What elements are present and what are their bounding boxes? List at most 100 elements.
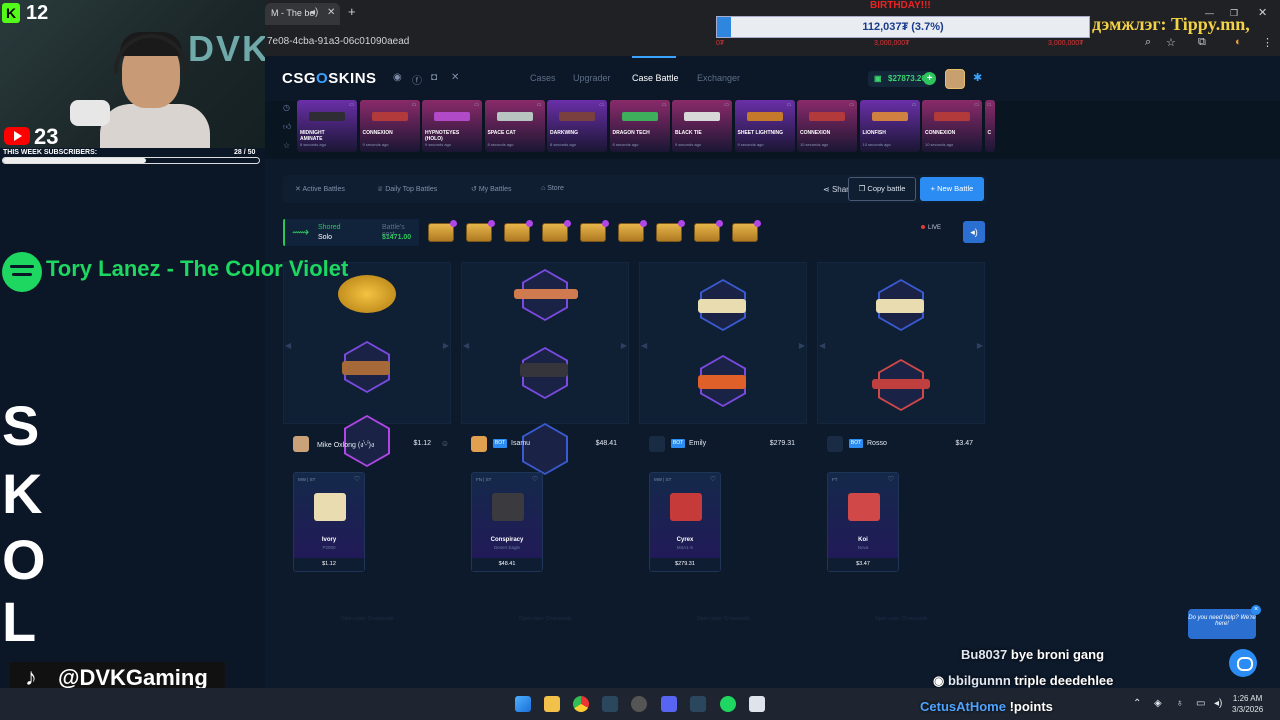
nav-exchanger[interactable]: Exchanger (697, 73, 740, 83)
won-item-card[interactable]: FT ♡ Koi Nova $3.47 (827, 472, 899, 572)
won-item-card[interactable]: FN | ST ♡ Conspiracy Desert Eagle $48.41 (471, 472, 543, 572)
obs-icon[interactable] (631, 696, 647, 712)
webcam-overlay: DVK K 12 23 (0, 0, 265, 148)
case-icon[interactable] (656, 220, 685, 242)
deposit-button[interactable]: + (923, 72, 936, 85)
subnav-active-battles[interactable]: ✕ Active Battles (295, 185, 345, 193)
case-icon[interactable] (580, 220, 609, 242)
avatar[interactable] (293, 436, 309, 452)
support-bubble[interactable]: Do you need help? We're here! (1188, 609, 1256, 639)
avatar[interactable] (827, 436, 843, 452)
case-icon[interactable] (542, 220, 571, 242)
avatar[interactable] (649, 436, 665, 452)
new-tab-icon[interactable]: + (348, 4, 356, 19)
ticker-drop-item[interactable]: ▭ LIONFISH 10 seconds ago (859, 100, 920, 152)
avatar[interactable] (945, 69, 965, 89)
weapon-image (809, 112, 845, 121)
discord-icon[interactable]: ◉ (393, 72, 402, 83)
gear-icon[interactable]: ✱ (973, 71, 982, 84)
ticker-drop-item[interactable]: ▭ DARKWING 8 seconds ago (547, 100, 607, 152)
speaker-icon[interactable]: ◂) (310, 7, 318, 18)
thumbs-up-icon[interactable]: 👍︎ (283, 122, 295, 132)
weapon-image (371, 112, 408, 121)
item-condition: MW | ST (298, 477, 316, 482)
steam-icon[interactable] (602, 696, 618, 712)
network-icon[interactable]: ◈ (1154, 698, 1162, 709)
clock[interactable]: 1:26 AM 3/3/2026 (1232, 693, 1263, 715)
subnav-store[interactable]: ⌂ Store (541, 185, 564, 192)
nav-cases[interactable]: Cases (530, 73, 556, 83)
case-icon[interactable] (504, 220, 533, 242)
ticker-drop-item[interactable]: ▭ SPACE CAT 8 seconds ago (484, 100, 545, 152)
steam-icon[interactable] (690, 696, 706, 712)
emote-icon[interactable]: ☺ (441, 439, 449, 448)
menu-dots-icon[interactable]: ⋮ (1262, 36, 1273, 49)
ticker-drop-item[interactable]: ▭ BLACK TIE 9 seconds ago (672, 100, 732, 152)
ticker-drop-item[interactable]: ▭ DRAGON TECH 8 seconds ago (609, 100, 670, 152)
history-icon[interactable]: ◷ (283, 103, 295, 112)
facebook-icon[interactable]: ⓕ (412, 72, 422, 87)
discord-icon[interactable] (661, 696, 677, 712)
chat-support-button[interactable] (1229, 649, 1257, 677)
file-explorer-icon[interactable] (544, 696, 560, 712)
copy-battle-button[interactable]: ❐ Copy battle (848, 177, 916, 201)
subnav-daily-top[interactable]: ♕ Daily Top Battles (377, 185, 437, 193)
case-icon[interactable] (428, 220, 457, 242)
windows-start-icon[interactable] (515, 696, 531, 712)
chevron-up-icon[interactable]: ⌃ (1133, 698, 1141, 709)
ticker-drop-item[interactable]: ▭ MIDNIGHT AMINATE 8 seconds ago (297, 100, 357, 152)
won-item-card[interactable]: MW | ST ♡ Ivory P2000 $1.12 (293, 472, 365, 572)
hide-icon: ▭ (474, 102, 479, 108)
ticker-drop-item[interactable]: ▭ SHEET LIGHTNING 9 seconds ago (734, 100, 795, 152)
nav-upgrader[interactable]: Upgrader (573, 73, 611, 83)
site-navbar: CSGOSKINS ◉ ⓕ ◘ ✕ Cases Upgrader Case Ba… (265, 56, 1280, 101)
ticker-drop-item[interactable]: ▭ CONNEXION 10 seconds ago (797, 100, 857, 152)
favorite-icon[interactable]: ♡ (888, 475, 894, 483)
case-badge (488, 220, 495, 227)
weapon-image (848, 493, 880, 521)
profile-icon[interactable]: ◐ (1235, 36, 1242, 48)
ticker-drop-item[interactable]: ▭ CONNEXION 9 seconds ago (359, 100, 420, 152)
new-battle-button[interactable]: + New Battle (920, 177, 984, 201)
case-icon[interactable] (732, 220, 761, 242)
extensions-icon[interactable]: ⧉ (1198, 36, 1206, 49)
address-text: 7e08-4cba-91a3-06c01090aead (267, 36, 410, 47)
site-logo[interactable]: CSGOSKINS (282, 70, 377, 87)
case-icon[interactable] (466, 220, 495, 242)
hide-icon: ▭ (599, 102, 604, 108)
sound-toggle[interactable]: ◂) (963, 221, 985, 243)
item-time: 8 seconds ago (550, 142, 577, 147)
subnav-my-battles[interactable]: ↺ My Battles (471, 185, 512, 193)
volume-icon[interactable]: ◂) (1214, 698, 1222, 709)
mic-icon[interactable]: ♁ (1176, 698, 1184, 709)
avatar[interactable] (471, 436, 487, 452)
favorite-icon[interactable]: ♡ (354, 475, 360, 483)
weapon-image (492, 493, 524, 521)
bookmark-star-icon[interactable]: ☆ (1166, 36, 1176, 49)
star-icon[interactable]: ☆ (283, 141, 295, 150)
spotify-icon[interactable] (720, 696, 736, 712)
won-item-card[interactable]: MW | ST ♡ Cyrex M4A1-S $279.31 (649, 472, 721, 572)
item-time: 8 seconds ago (300, 142, 327, 147)
close-icon[interactable]: × (1251, 605, 1261, 615)
x-twitter-icon[interactable]: ✕ (451, 72, 459, 83)
nav-case-battle[interactable]: Case Battle (632, 73, 679, 83)
case-icon[interactable] (618, 220, 647, 242)
subs-progress (2, 157, 260, 164)
ticker-drop-item[interactable]: ▭ CONNEXION 10 seconds ago (922, 100, 982, 152)
monitor-icon[interactable]: ▭ (1196, 698, 1205, 709)
zoom-icon[interactable]: ⌕ (1145, 36, 1151, 49)
case-icon[interactable] (694, 220, 723, 242)
favorite-icon[interactable]: ♡ (532, 475, 538, 483)
close-icon[interactable]: ✕ (327, 7, 335, 18)
instagram-icon[interactable]: ◘ (431, 72, 437, 83)
app-icon[interactable] (749, 696, 765, 712)
weapon-image (670, 493, 702, 521)
chrome-icon[interactable] (573, 696, 589, 712)
favorite-icon[interactable]: ♡ (710, 475, 716, 483)
ticker-drop-item[interactable]: ▭ C (984, 100, 995, 152)
case-badge (716, 220, 723, 227)
window-close-icon[interactable]: ✕ (1258, 6, 1267, 19)
hide-icon: ▭ (786, 102, 792, 108)
ticker-drop-item[interactable]: ▭ HYPNOTEYES (HOLO) 9 seconds ago (422, 100, 482, 152)
